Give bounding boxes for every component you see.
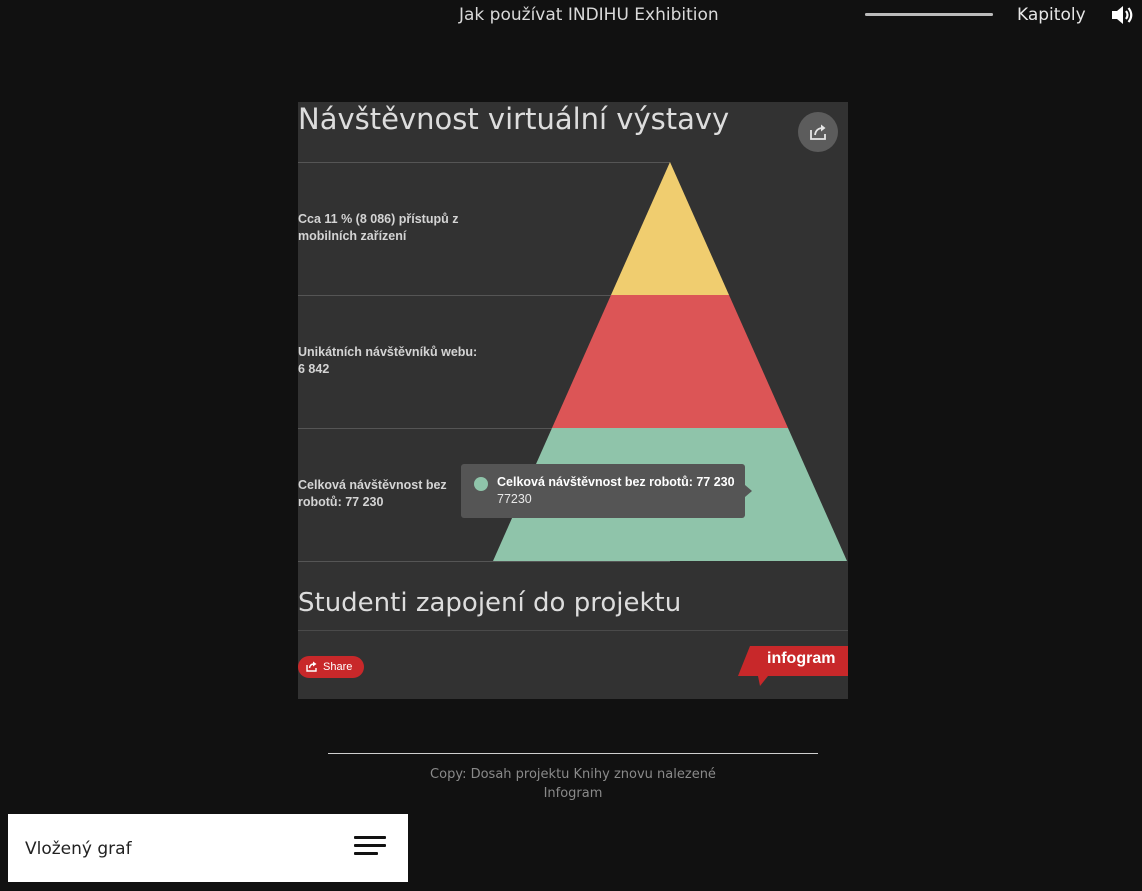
level-label-line: Celková návštěvnost bez — [298, 478, 447, 492]
share-icon — [306, 661, 317, 672]
caption-source: Infogram — [543, 786, 603, 801]
chart-tooltip: Celková návštěvnost bez robotů: 77 230 7… — [461, 464, 752, 518]
caption-copy: Copy: Dosah projektu Knihy znovu nalezen… — [430, 767, 716, 782]
level-label-line: Unikátních návštěvníků webu: — [298, 345, 478, 359]
exhibition-progress-bar[interactable] — [865, 13, 993, 16]
level-label-line: mobilních zařízení — [298, 229, 407, 243]
chapters-button[interactable]: Kapitoly — [1017, 5, 1086, 25]
chart-title: Návštěvnost virtuální výstavy — [298, 102, 730, 136]
level-label-total: Celková návštěvnost bez robotů: 77 230 — [298, 477, 483, 511]
level-label-line: 6 842 — [298, 362, 330, 376]
top-bar: Jak používat INDIHU Exhibition Kapitoly — [0, 0, 1142, 30]
caption-divider — [328, 753, 818, 754]
infogram-embed: Návštěvnost virtuální výstavy Cca 11 % (… — [298, 102, 848, 699]
share-icon — [810, 124, 826, 140]
pyramid-level[interactable] — [552, 295, 788, 428]
embed-caption: Copy: Dosah projektu Knihy znovu nalezen… — [328, 765, 818, 803]
chart-subtitle: Studenti zapojení do projektu — [298, 588, 682, 618]
tooltip-value: 77230 — [497, 492, 532, 506]
share-button[interactable]: Share — [298, 656, 364, 678]
pyramid-level[interactable] — [611, 162, 729, 295]
panel-divider — [298, 630, 848, 631]
exhibition-title: Jak používat INDIHU Exhibition — [459, 5, 719, 25]
share-chart-button[interactable] — [798, 112, 838, 152]
progress-fill — [865, 13, 993, 16]
level-label-line: robotů: 77 230 — [298, 495, 384, 509]
level-label-unique: Unikátních návštěvníků webu: 6 842 — [298, 344, 483, 378]
tooltip-title: Celková návštěvnost bez robotů: 77 230 — [497, 475, 735, 489]
screen-type-label: Vložený graf — [25, 839, 132, 859]
level-label-mobile: Cca 11 % (8 086) přístupů z mobilních za… — [298, 211, 483, 245]
menu-icon[interactable] — [354, 836, 388, 860]
infogram-logo[interactable] — [738, 646, 848, 686]
level-label-line: Cca 11 % (8 086) přístupů z — [298, 212, 459, 226]
screen-info-box: Vložený graf — [8, 814, 408, 882]
share-button-label: Share — [323, 661, 353, 673]
tooltip-color-dot — [474, 477, 488, 491]
volume-icon[interactable] — [1110, 4, 1134, 26]
